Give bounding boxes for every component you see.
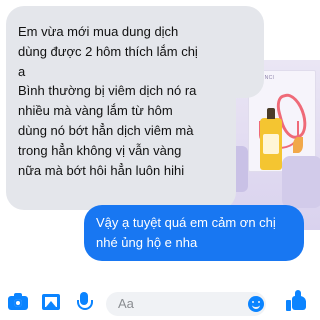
thumb-cuff (286, 300, 291, 311)
outgoing-message-text: Vậy ạ tuyệt quá em cảm ơn chị nhé ủng hộ… (96, 215, 276, 250)
incoming-message-text: Bình thường bị viêm dịch nó ra nhiều mà … (18, 83, 197, 178)
image-icon[interactable] (42, 294, 60, 310)
camera-icon[interactable] (8, 293, 28, 310)
thumbs-up-icon[interactable] (284, 290, 312, 318)
emoji-icon[interactable] (248, 296, 264, 312)
bottle-label (263, 134, 279, 154)
thumb-hand (292, 296, 306, 310)
incoming-message-text: Em vừa mới mua dung dịch dùng được 2 hôm… (18, 24, 198, 79)
microphone-icon[interactable] (77, 292, 93, 310)
photo-vase-right (282, 156, 320, 208)
photo-art-leaf (293, 137, 303, 153)
message-composer: Aa (0, 288, 320, 320)
incoming-message-bubble[interactable]: Bình thường bị viêm dịch nó ra nhiều mà … (6, 77, 236, 210)
outgoing-message-bubble[interactable]: Vậy ạ tuyệt quá em cảm ơn chị nhé ủng hộ… (84, 205, 304, 261)
message-input[interactable]: Aa (106, 292, 266, 316)
bottle-cap (267, 108, 275, 119)
photo-product-bottle (260, 108, 282, 170)
